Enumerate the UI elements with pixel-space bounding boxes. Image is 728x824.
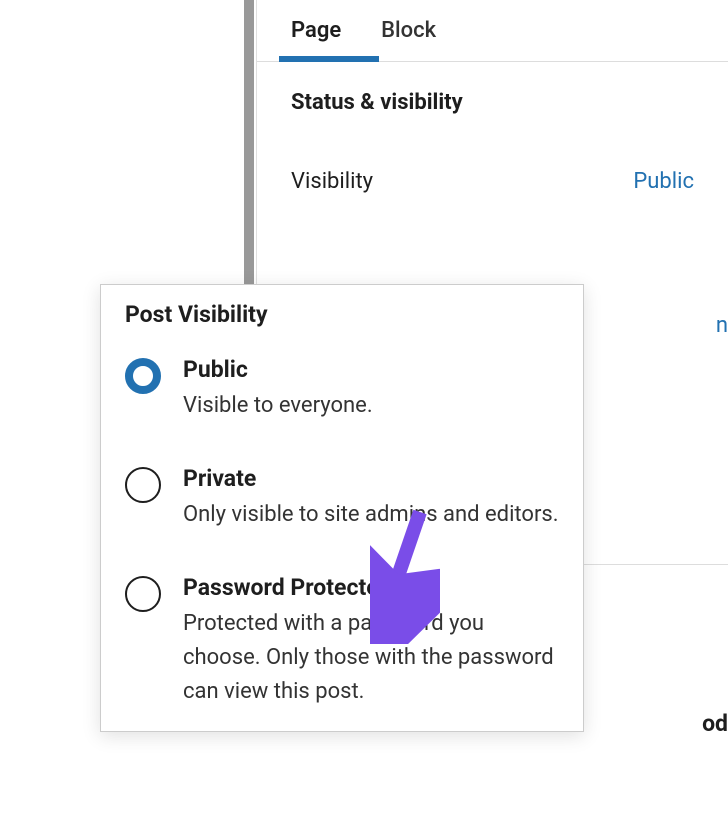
left-divider [244,0,254,286]
radio-content: Password Protected Protected with a pass… [183,574,559,709]
radio-content: Private Only visible to site admins and … [183,465,559,532]
visibility-option-private[interactable]: Private Only visible to site admins and … [125,465,559,532]
radio-label-private: Private [183,465,559,492]
radio-label-password: Password Protected [183,574,559,601]
radio-desc-private: Only visible to site admins and editors. [183,498,559,532]
tab-underline [279,56,379,62]
section-title-status-visibility[interactable]: Status & visibility [257,62,728,133]
visibility-option-password[interactable]: Password Protected Protected with a pass… [125,574,559,709]
popover-title: Post Visibility [125,301,559,328]
radio-public[interactable] [125,358,161,394]
tab-block[interactable]: Block [381,18,436,61]
visibility-row: Visibility Public [257,133,728,204]
partial-link-fragment: n [716,313,728,338]
radio-label-public: Public [183,356,559,383]
radio-private[interactable] [125,467,161,503]
tab-page[interactable]: Page [291,18,341,61]
radio-password[interactable] [125,576,161,612]
sidebar-tabs: Page Block [257,0,728,62]
visibility-label: Visibility [291,169,373,194]
post-visibility-popover: Post Visibility Public Visible to everyo… [100,284,584,732]
radio-desc-password: Protected with a password you choose. On… [183,607,559,709]
visibility-value-link[interactable]: Public [633,169,694,194]
partial-text-fragment: od [702,710,728,737]
radio-content: Public Visible to everyone. [183,356,559,423]
visibility-option-public[interactable]: Public Visible to everyone. [125,356,559,423]
radio-desc-public: Visible to everyone. [183,389,559,423]
